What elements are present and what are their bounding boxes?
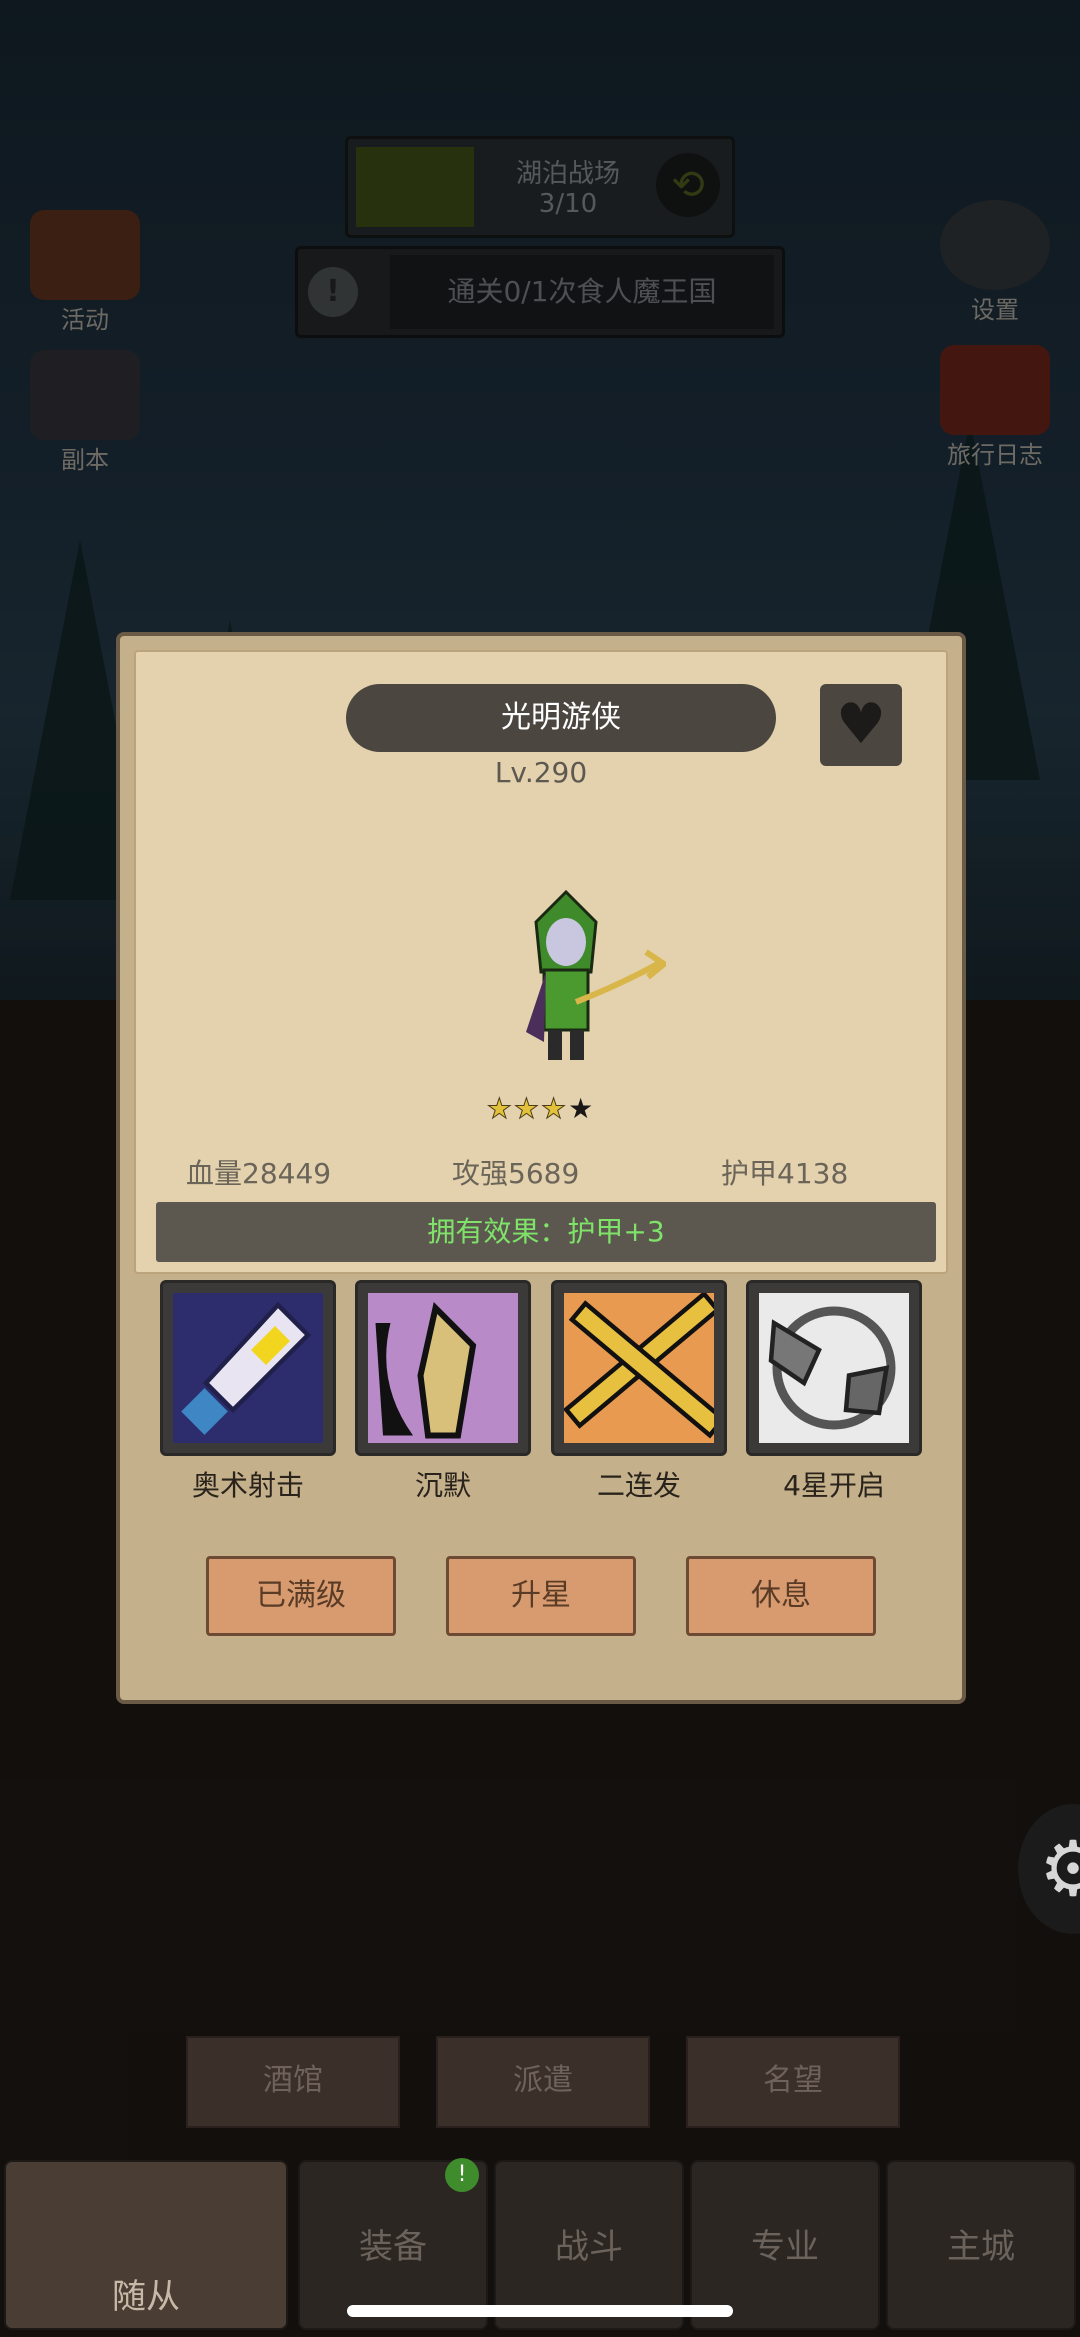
hero-level: Lv.290	[494, 756, 588, 789]
tab-label: 战斗	[555, 2227, 623, 2267]
skill-label: 4星开启	[783, 1469, 885, 1502]
hero-portrait	[526, 889, 666, 1060]
star-filled-icon: ★	[540, 1092, 569, 1126]
skill-double-shot[interactable]: 二连发	[549, 1280, 729, 1504]
silence-icon	[368, 1293, 518, 1443]
tab-label: 装备	[359, 2227, 427, 2267]
skill-label: 沉默	[414, 1469, 471, 1502]
upgrade-star-button[interactable]: 升星	[446, 1556, 636, 1636]
rest-button[interactable]: 休息	[686, 1556, 876, 1636]
tab-label: 主城	[947, 2227, 1015, 2267]
stat-armor: 护甲4138	[721, 1157, 849, 1190]
skill-locked[interactable]: 4星开启	[744, 1280, 924, 1504]
stat-hp: 血量28449	[186, 1157, 332, 1190]
double-shot-icon	[562, 1290, 727, 1443]
reputation-button[interactable]: 名望	[686, 2036, 900, 2128]
owned-effect: 拥有效果：护甲+3	[156, 1202, 936, 1262]
skill-label: 二连发	[596, 1469, 681, 1502]
hero-name: 光明游侠	[346, 684, 776, 752]
max-level-button[interactable]: 已满级	[206, 1556, 396, 1636]
star-filled-icon: ★	[486, 1092, 514, 1126]
tab-label: 专业	[751, 2227, 819, 2267]
skill-label: 奥术射击	[191, 1469, 304, 1502]
hero-detail-modal: 光明游侠 ♥ Lv.290 ★★★★ 血量28449 攻强5689 护甲4138…	[116, 632, 966, 1704]
locked-skill-icon	[759, 1293, 909, 1443]
tab-label: 随从	[112, 2277, 180, 2317]
home-indicator[interactable]	[347, 2305, 733, 2317]
notification-badge: !	[445, 2158, 479, 2192]
hero-info-panel: 光明游侠 ♥ Lv.290 ★★★★ 血量28449 攻强5689 护甲4138…	[134, 650, 948, 1274]
tavern-button[interactable]: 酒馆	[186, 2036, 400, 2128]
arcane-shot-icon	[173, 1293, 323, 1443]
tab-main-city[interactable]: 主城	[886, 2160, 1076, 2330]
star-filled-icon: ★	[513, 1092, 541, 1126]
dispatch-button[interactable]: 派遣	[436, 2036, 650, 2128]
skill-arcane-shot[interactable]: 奥术射击	[158, 1280, 338, 1504]
stat-attack: 攻强5689	[452, 1157, 580, 1190]
star-empty-icon: ★	[568, 1092, 596, 1125]
skill-silence[interactable]: 沉默	[353, 1280, 533, 1504]
heart-icon[interactable]: ♥	[820, 684, 902, 766]
tab-followers[interactable]: 随从	[4, 2160, 288, 2330]
hero-star-rating: ★★★★	[136, 1092, 946, 1126]
